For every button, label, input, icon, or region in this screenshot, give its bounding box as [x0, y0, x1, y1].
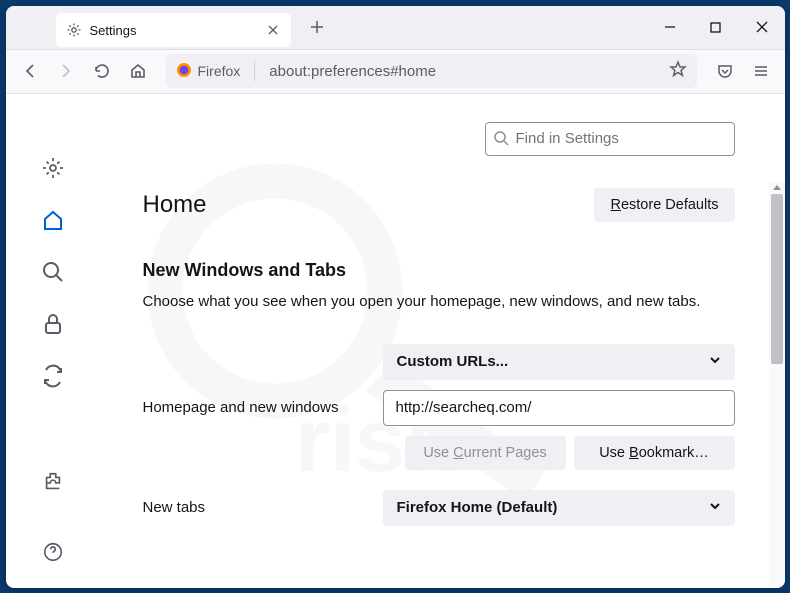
active-tab[interactable]: Settings: [56, 13, 291, 47]
newtabs-label: New tabs: [143, 499, 363, 516]
tab-title: Settings: [90, 23, 257, 38]
homepage-label: Homepage and new windows: [143, 399, 363, 416]
settings-main: Home Restore Defaults New Windows and Ta…: [101, 94, 785, 588]
firefox-logo-icon: [176, 62, 192, 81]
reload-button[interactable]: [86, 55, 118, 87]
sidebar-search[interactable]: [41, 260, 65, 284]
close-window-button[interactable]: [739, 6, 785, 50]
settings-search-input[interactable]: [485, 122, 735, 156]
newtabs-select[interactable]: Firefox Home (Default): [383, 490, 735, 526]
forward-button[interactable]: [50, 55, 82, 87]
url-bar[interactable]: Firefox about:preferences#home: [166, 54, 697, 88]
sidebar-extensions[interactable]: [41, 470, 65, 494]
section-description: Choose what you see when you open your h…: [101, 293, 755, 310]
select-value: Custom URLs...: [397, 353, 509, 370]
chevron-down-icon: [709, 353, 721, 370]
identity-box: Firefox: [176, 62, 241, 81]
chevron-down-icon: [709, 499, 721, 516]
minimize-button[interactable]: [647, 6, 693, 50]
sidebar-help[interactable]: [41, 540, 65, 564]
urlbar-separator: [254, 61, 255, 81]
sidebar-home[interactable]: [41, 208, 65, 232]
select-value: Firefox Home (Default): [397, 499, 558, 516]
homepage-mode-select[interactable]: Custom URLs...: [383, 344, 735, 380]
back-button[interactable]: [14, 55, 46, 87]
app-menu-button[interactable]: [745, 55, 777, 87]
titlebar: Settings: [6, 6, 785, 50]
new-tab-button[interactable]: [303, 13, 331, 41]
nav-toolbar: Firefox about:preferences#home: [6, 50, 785, 94]
content-area: risk: [6, 94, 785, 588]
search-icon: [493, 130, 509, 146]
bookmark-star-icon[interactable]: [669, 60, 687, 83]
close-icon[interactable]: [265, 22, 281, 38]
pocket-button[interactable]: [709, 55, 741, 87]
section-title: New Windows and Tabs: [101, 260, 755, 281]
use-current-pages-button[interactable]: Use Current Pages: [405, 436, 566, 470]
restore-defaults-button[interactable]: Restore Defaults: [594, 188, 734, 222]
url-text: about:preferences#home: [269, 63, 660, 80]
homepage-url-input[interactable]: [383, 390, 735, 426]
sidebar-privacy[interactable]: [41, 312, 65, 336]
identity-label: Firefox: [198, 63, 241, 79]
maximize-button[interactable]: [693, 6, 739, 50]
use-bookmark-button[interactable]: Use Bookmark…: [574, 436, 735, 470]
page-title: Home: [143, 191, 207, 219]
window-controls: [647, 6, 785, 50]
browser-window: Settings: [6, 6, 785, 588]
gear-icon: [66, 22, 82, 38]
home-button[interactable]: [122, 55, 154, 87]
sidebar-sync[interactable]: [41, 364, 65, 388]
sidebar-general[interactable]: [41, 156, 65, 180]
settings-sidebar: [6, 94, 101, 588]
